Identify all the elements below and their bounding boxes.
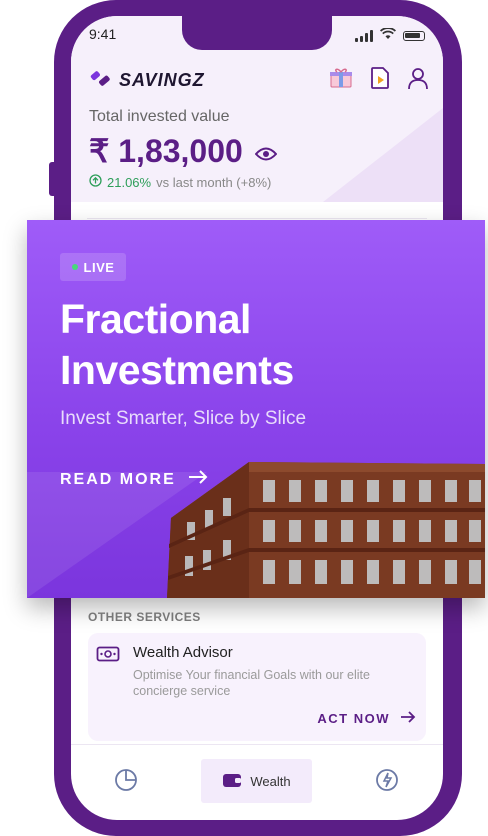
service-title: Wealth Advisor — [133, 644, 233, 661]
pie-chart-icon — [114, 769, 138, 796]
brand-name: SAVINGZ — [119, 70, 205, 90]
live-badge: LIVE — [60, 253, 126, 281]
eye-icon[interactable] — [254, 133, 278, 170]
change-text: vs last month (+8%) — [156, 174, 272, 190]
header-divider — [87, 218, 427, 219]
nav-item-portfolio[interactable] — [114, 768, 138, 797]
trend-up-icon — [89, 174, 102, 190]
header-decoration — [323, 108, 443, 202]
brand: SAVINGZ — [89, 68, 205, 93]
battery-icon — [403, 31, 425, 41]
arrow-right-icon — [400, 711, 416, 726]
savingz-logo-icon — [89, 68, 111, 93]
money-icon — [96, 645, 120, 668]
total-invested-value-row: ₹ 1,83,000 — [89, 132, 278, 170]
act-now-label: ACT NOW — [317, 711, 390, 726]
nav-item-wealth[interactable]: Wealth — [201, 759, 312, 803]
act-now-button[interactable]: ACT NOW — [317, 711, 416, 726]
total-invested-label: Total invested value — [89, 108, 230, 125]
spark-icon — [375, 769, 399, 796]
live-dot-icon — [71, 264, 78, 270]
promo-title: Fractional Investments — [60, 296, 294, 393]
status-time: 9:41 — [89, 26, 117, 42]
wallet-icon — [222, 772, 242, 791]
video-icon[interactable] — [369, 66, 391, 95]
bottom-nav-divider — [71, 744, 443, 745]
change-row: 21.06% vs last month (+8%) — [89, 174, 271, 190]
total-invested-value: ₹ 1,83,000 — [89, 133, 243, 169]
gift-icon[interactable] — [329, 67, 353, 94]
read-more-label: READ MORE — [60, 470, 176, 488]
promo-card[interactable]: LIVE Fractional Investments Invest Smart… — [27, 220, 485, 598]
status-icons — [355, 27, 425, 45]
promo-subtitle: Invest Smarter, Slice by Slice — [60, 408, 307, 429]
live-badge-label: LIVE — [83, 259, 115, 275]
building-image — [167, 462, 485, 598]
wifi-icon — [379, 27, 397, 45]
service-description: Optimise Your financial Goals with our e… — [133, 668, 370, 698]
nav-item-explore[interactable] — [375, 768, 399, 797]
signal-icon — [355, 30, 373, 42]
phone-notch — [182, 16, 332, 50]
other-services-heading: OTHER SERVICES — [88, 610, 201, 624]
nav-item-wealth-label: Wealth — [250, 773, 291, 789]
header-actions — [329, 66, 429, 95]
change-percentage: 21.06% — [107, 174, 152, 190]
wealth-advisor-card[interactable]: Wealth Advisor Optimise Your financial G… — [88, 633, 426, 741]
phone-side-button — [49, 162, 57, 196]
user-icon[interactable] — [407, 66, 429, 95]
